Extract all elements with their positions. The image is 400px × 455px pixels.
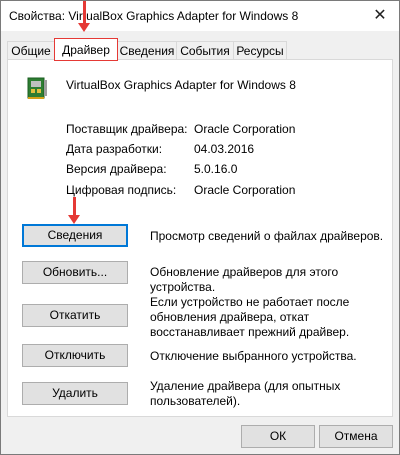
date-value: 04.03.2016: [194, 142, 255, 156]
tab-resources[interactable]: Ресурсы: [233, 41, 287, 60]
update-driver-button[interactable]: Обновить...: [22, 261, 128, 284]
annotation-arrow-button: [68, 197, 80, 225]
date-label: Дата разработки:: [66, 142, 163, 156]
rollback-driver-button[interactable]: Откатить: [22, 304, 128, 327]
properties-dialog: Свойства: VirtualBox Graphics Adapter fo…: [0, 0, 400, 455]
window-title: Свойства: VirtualBox Graphics Adapter fo…: [9, 9, 299, 23]
driver-panel: VirtualBox Graphics Adapter for Windows …: [7, 59, 393, 417]
title-bar[interactable]: Свойства: VirtualBox Graphics Adapter fo…: [1, 1, 399, 31]
cancel-button[interactable]: Отмена: [319, 425, 393, 448]
driver-details-button[interactable]: Сведения: [22, 224, 128, 247]
update-driver-description: Обновление драйверов для этого устройств…: [150, 265, 339, 294]
provider-label: Поставщик драйвера:: [66, 122, 188, 136]
signature-value: Oracle Corporation: [194, 183, 296, 197]
driver-details-description: Просмотр сведений о файлах драйверов.: [150, 229, 384, 243]
signature-label: Цифровая подпись:: [66, 183, 177, 197]
uninstall-driver-description: Удаление драйвера (для опытных пользоват…: [150, 379, 341, 408]
tab-general[interactable]: Общие: [7, 41, 55, 60]
disable-device-description: Отключение выбранного устройства.: [150, 349, 357, 363]
uninstall-driver-button[interactable]: Удалить: [22, 382, 128, 405]
tab-events[interactable]: События: [176, 41, 234, 60]
provider-value: Oracle Corporation: [194, 122, 296, 136]
version-label: Версия драйвера:: [66, 162, 167, 176]
version-value: 5.0.16.0: [194, 162, 238, 176]
rollback-driver-description: Если устройство не работает после обновл…: [150, 295, 350, 339]
display-adapter-icon: [27, 77, 47, 99]
ok-button[interactable]: ОК: [241, 425, 315, 448]
annotation-arrow-tab: [78, 1, 90, 33]
device-name: VirtualBox Graphics Adapter for Windows …: [66, 78, 296, 92]
disable-device-button[interactable]: Отключить: [22, 344, 128, 367]
tab-driver[interactable]: Драйвер: [54, 38, 118, 61]
tab-details[interactable]: Сведения: [117, 41, 177, 60]
close-icon[interactable]: ✕: [369, 5, 391, 27]
